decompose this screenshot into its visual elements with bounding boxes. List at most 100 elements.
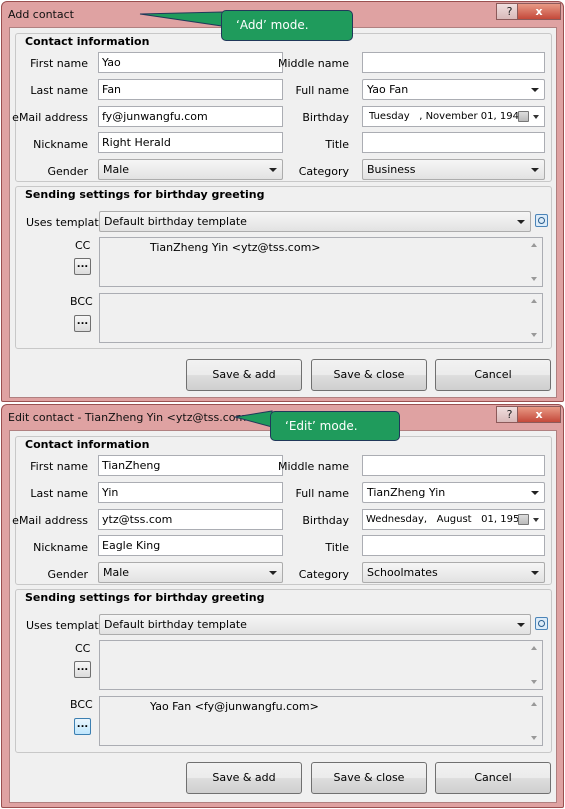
chevron-down-icon[interactable]	[533, 518, 539, 522]
email-input[interactable]: fy@junwangfu.com	[98, 106, 283, 127]
cancel-button[interactable]: Cancel	[435, 359, 551, 391]
birthday-picker[interactable]: Wednesday, August 01, 1956	[362, 509, 545, 530]
email-label: eMail address	[12, 514, 88, 527]
middle-name-input[interactable]	[362, 52, 545, 73]
close-button[interactable]: x	[517, 3, 561, 20]
window-title: Add contact	[8, 8, 74, 21]
nickname-label: Nickname	[33, 541, 88, 554]
category-select[interactable]: Business	[362, 159, 545, 180]
scroll-down-icon[interactable]	[531, 333, 537, 337]
gender-select[interactable]: Male	[98, 562, 283, 583]
section-title: Sending settings for birthday greeting	[25, 591, 265, 604]
first-name-input[interactable]: TianZheng	[98, 455, 283, 476]
gender-select[interactable]: Male	[98, 159, 283, 180]
bcc-scrollbar[interactable]	[527, 697, 542, 745]
scroll-up-icon[interactable]	[531, 243, 537, 247]
bcc-scrollbar[interactable]	[527, 294, 542, 342]
cc-browse-button[interactable]: ...	[74, 258, 91, 275]
section-title: Contact information	[25, 35, 150, 48]
first-name-label: First name	[30, 57, 88, 70]
uses-template-label: Uses template	[26, 619, 106, 632]
birthday-label: Birthday	[302, 111, 349, 124]
cc-browse-button[interactable]: ...	[74, 661, 91, 678]
title-input[interactable]	[362, 535, 545, 556]
cancel-button[interactable]: Cancel	[435, 762, 551, 794]
cc-list[interactable]: TianZheng Yin <ytz@tss.com>	[99, 237, 543, 287]
category-select[interactable]: Schoolmates	[362, 562, 545, 583]
middle-name-label: Middle name	[277, 57, 349, 70]
title-input[interactable]	[362, 132, 545, 153]
template-value: Default birthday template	[104, 618, 247, 631]
email-input[interactable]: ytz@tss.com	[98, 509, 283, 530]
category-label: Category	[298, 568, 349, 581]
full-name-label: Full name	[295, 84, 349, 97]
scroll-up-icon[interactable]	[531, 702, 537, 706]
birthday-value: Tuesday , November 01, 1949	[369, 111, 526, 122]
chevron-down-icon	[269, 168, 277, 172]
scroll-up-icon[interactable]	[531, 299, 537, 303]
scroll-down-icon[interactable]	[531, 277, 537, 281]
birthday-value: Wednesday, August 01, 1956	[366, 514, 526, 525]
first-name-input[interactable]: Yao	[98, 52, 283, 73]
chevron-down-icon[interactable]	[533, 115, 539, 119]
last-name-label: Last name	[30, 84, 88, 97]
cc-scrollbar[interactable]	[527, 641, 542, 689]
scroll-down-icon[interactable]	[531, 736, 537, 740]
bcc-label: BCC	[70, 295, 93, 308]
gender-label: Gender	[47, 165, 88, 178]
edit-mode-callout: ‘Edit’ mode.	[270, 411, 400, 441]
bcc-recipient: Yao Fan <fy@junwangfu.com>	[150, 700, 319, 713]
cc-scrollbar[interactable]	[527, 238, 542, 286]
add-client-area: Contact information First name Yao Last …	[9, 27, 557, 398]
category-label: Category	[298, 165, 349, 178]
cc-recipient: TianZheng Yin <ytz@tss.com>	[150, 241, 321, 254]
bcc-list[interactable]: Yao Fan <fy@junwangfu.com>	[99, 696, 543, 746]
bcc-browse-button[interactable]: ...	[74, 718, 91, 735]
full-name-value: Yao Fan	[367, 83, 409, 96]
gender-value: Male	[103, 566, 130, 579]
middle-name-input[interactable]	[362, 455, 545, 476]
scroll-down-icon[interactable]	[531, 680, 537, 684]
title-label: Title	[325, 138, 349, 151]
section-title: Sending settings for birthday greeting	[25, 188, 265, 201]
calendar-icon[interactable]	[518, 111, 529, 122]
gender-value: Male	[103, 163, 130, 176]
full-name-label: Full name	[295, 487, 349, 500]
full-name-select[interactable]: Yao Fan	[362, 79, 545, 100]
template-value: Default birthday template	[104, 215, 247, 228]
nickname-input[interactable]: Eagle King	[98, 535, 283, 556]
search-icon[interactable]	[535, 617, 548, 630]
section-title: Contact information	[25, 438, 150, 451]
add-contact-window: Add contact ? x Contact information Firs…	[1, 1, 564, 402]
edit-contact-window: Edit contact - TianZheng Yin <ytz@tss.co…	[1, 404, 564, 808]
save-add-button[interactable]: Save & add	[186, 359, 302, 391]
birthday-picker[interactable]: Tuesday , November 01, 1949	[362, 106, 545, 127]
full-name-select[interactable]: TianZheng Yin	[362, 482, 545, 503]
nickname-label: Nickname	[33, 138, 88, 151]
email-label: eMail address	[12, 111, 88, 124]
full-name-value: TianZheng Yin	[367, 486, 446, 499]
save-close-button[interactable]: Save & close	[311, 359, 427, 391]
chevron-down-icon	[517, 623, 525, 627]
template-select[interactable]: Default birthday template	[99, 211, 531, 232]
scroll-up-icon[interactable]	[531, 646, 537, 650]
nickname-input[interactable]: Right Herald	[98, 132, 283, 153]
template-select[interactable]: Default birthday template	[99, 614, 531, 635]
close-button[interactable]: x	[517, 406, 561, 423]
birthday-label: Birthday	[302, 514, 349, 527]
bcc-list[interactable]	[99, 293, 543, 343]
uses-template-label: Uses template	[26, 216, 106, 229]
search-icon[interactable]	[535, 214, 548, 227]
save-close-button[interactable]: Save & close	[311, 762, 427, 794]
cc-label: CC	[75, 239, 91, 252]
last-name-label: Last name	[30, 487, 88, 500]
bcc-browse-button[interactable]: ...	[74, 315, 91, 332]
callout-text: ‘Add’ mode.	[236, 18, 309, 32]
title-label: Title	[325, 541, 349, 554]
save-add-button[interactable]: Save & add	[186, 762, 302, 794]
bcc-label: BCC	[70, 698, 93, 711]
calendar-icon[interactable]	[518, 514, 529, 525]
cc-list[interactable]	[99, 640, 543, 690]
last-name-input[interactable]: Yin	[98, 482, 283, 503]
last-name-input[interactable]: Fan	[98, 79, 283, 100]
